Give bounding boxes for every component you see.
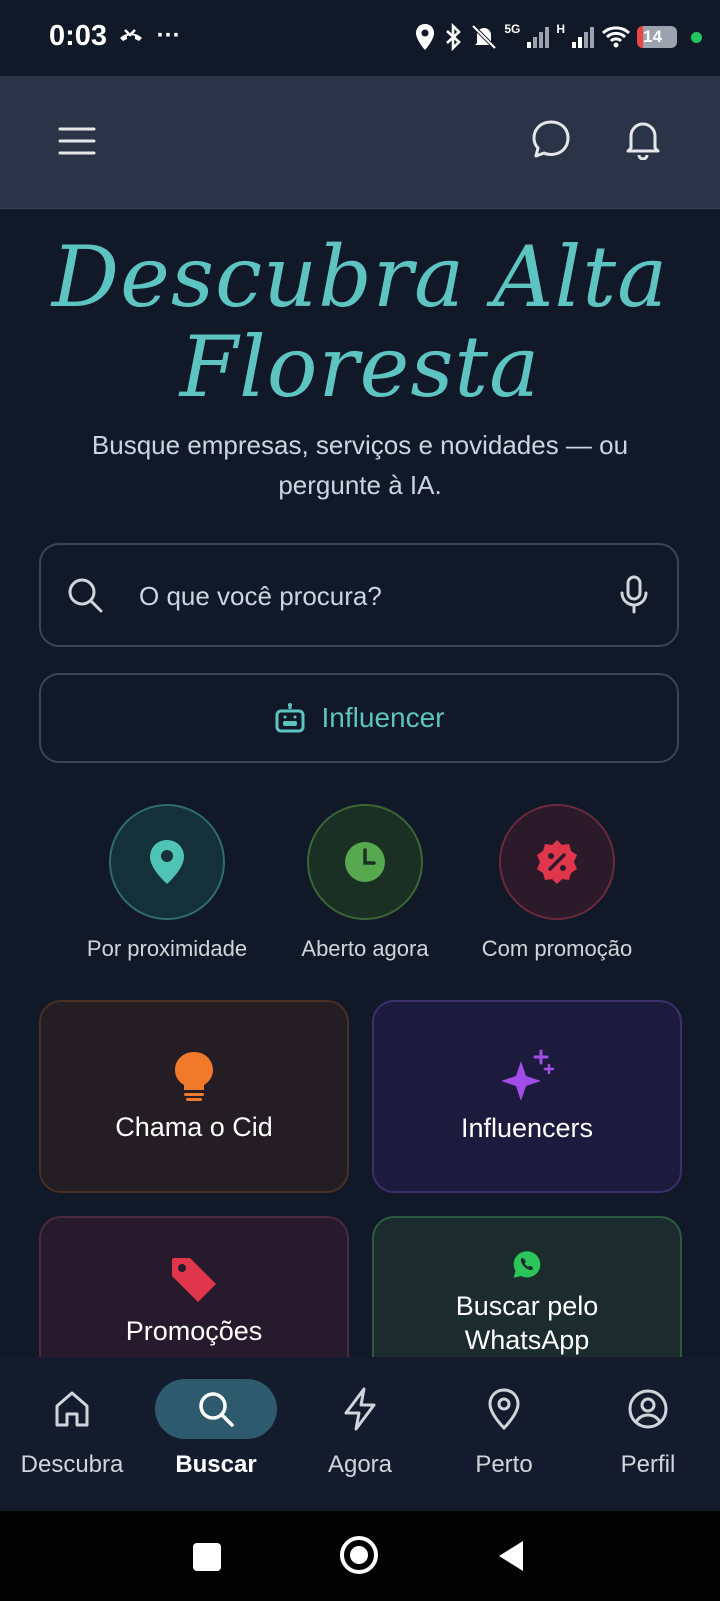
search-box[interactable]	[39, 543, 679, 647]
bottom-navigation: Descubra Buscar Agora Perto Perfil	[0, 1357, 720, 1511]
whatsapp-icon	[513, 1251, 541, 1278]
status-system-icons: 5G H 14	[414, 20, 702, 54]
home-icon	[55, 1391, 89, 1427]
nav-item-buscar[interactable]: Buscar	[144, 1379, 288, 1479]
robot-icon	[275, 703, 305, 733]
nav-item-label: Descubra	[20, 1451, 124, 1478]
status-bar: 0:03 ··· 5G H 14	[0, 0, 720, 76]
page-title-line-1: Descubra Alta	[51, 228, 669, 326]
quick-filter-circle	[109, 804, 225, 920]
user-circle-icon	[628, 1389, 668, 1429]
recent-apps-button[interactable]	[193, 1543, 221, 1571]
quick-filter-label: Com promoção	[481, 936, 633, 961]
network-h-label: H	[556, 22, 565, 36]
bluetooth-icon	[446, 23, 462, 51]
search-input[interactable]	[137, 575, 601, 617]
battery-indicator: 14	[637, 26, 677, 48]
nav-item-perfil[interactable]: Perfil	[576, 1379, 720, 1479]
influencer-button[interactable]: Influencer	[39, 673, 679, 763]
menu-button[interactable]	[52, 116, 102, 166]
influencer-button-label: Influencer	[321, 702, 445, 733]
map-pin-icon	[150, 840, 184, 884]
signal-icon-2	[572, 27, 594, 48]
tag-icon	[172, 1258, 216, 1302]
page-subtitle: Busque empresas, serviços e novidades — …	[91, 430, 629, 500]
lightbulb-icon	[175, 1052, 213, 1101]
nav-item-label: Perfil	[620, 1451, 676, 1478]
nav-pill	[443, 1379, 565, 1439]
nav-item-label: Agora	[327, 1451, 393, 1478]
map-pin-icon	[488, 1388, 520, 1431]
system-navigation-bar	[0, 1511, 720, 1601]
card-label: Buscar pelo WhatsApp	[455, 1291, 599, 1355]
page-title-line-2: Floresta	[179, 318, 541, 416]
quick-filter-label: Aberto agora	[301, 936, 429, 961]
quick-filter-label: Por proximidade	[86, 936, 248, 961]
missed-call-icon	[120, 28, 142, 41]
card-label: Promoções	[125, 1316, 263, 1346]
nav-item-perto[interactable]: Perto	[432, 1379, 576, 1479]
card-influencers[interactable]: Influencers	[372, 1000, 682, 1193]
more-notifications-icon: ···	[156, 22, 181, 49]
card-chama-o-cid[interactable]: Chama o Cid	[39, 1000, 349, 1193]
card-label: Influencers	[460, 1113, 594, 1143]
location-icon	[416, 24, 435, 50]
nav-item-descubra[interactable]: Descubra	[0, 1379, 144, 1479]
page-title: Descubra Alta Floresta	[0, 232, 720, 412]
quick-filter-circle	[499, 804, 615, 920]
nav-pill	[299, 1379, 421, 1439]
app-header	[0, 76, 720, 209]
home-button[interactable]	[340, 1536, 378, 1574]
quick-filter-proximity[interactable]: Por proximidade	[77, 804, 257, 962]
status-time: 0:03	[49, 20, 108, 52]
nav-item-label: Perto	[475, 1451, 533, 1478]
chat-icon	[532, 120, 570, 158]
chat-button[interactable]	[526, 114, 576, 164]
nav-pill-active	[155, 1379, 277, 1439]
card-buscar-whatsapp[interactable]: Buscar pelo WhatsApp	[372, 1216, 682, 1357]
promo-badge-icon	[537, 840, 577, 884]
signal-icon	[527, 27, 550, 48]
nav-pill	[11, 1379, 133, 1439]
battery-level: 14	[643, 27, 662, 46]
bell-icon	[626, 122, 660, 160]
home-button-inner	[350, 1546, 368, 1564]
wifi-icon	[601, 26, 631, 48]
back-button[interactable]	[497, 1539, 525, 1573]
search-icon	[68, 578, 103, 613]
card-label: Chama o Cid	[115, 1112, 273, 1142]
quick-filter-circle	[307, 804, 423, 920]
nav-pill	[587, 1379, 709, 1439]
network-5g-label: 5G	[504, 22, 521, 36]
status-notification-icons: ···	[118, 22, 181, 50]
notifications-button[interactable]	[618, 114, 668, 164]
nav-item-agora[interactable]: Agora	[288, 1379, 432, 1479]
quick-filter-open-now[interactable]: Aberto agora	[275, 804, 455, 962]
microphone-icon[interactable]	[619, 575, 649, 615]
card-promocoes[interactable]: Promoções	[39, 1216, 349, 1357]
sparkles-icon	[501, 1049, 555, 1101]
lightning-icon	[344, 1387, 376, 1431]
quick-filter-promotion[interactable]: Com promoção	[467, 804, 647, 962]
privacy-dot-icon	[691, 31, 702, 43]
nav-item-label: Buscar	[175, 1451, 257, 1478]
menu-icon	[58, 127, 96, 155]
mute-bell-icon	[471, 24, 497, 50]
search-icon	[199, 1392, 234, 1427]
clock-icon	[345, 842, 385, 882]
